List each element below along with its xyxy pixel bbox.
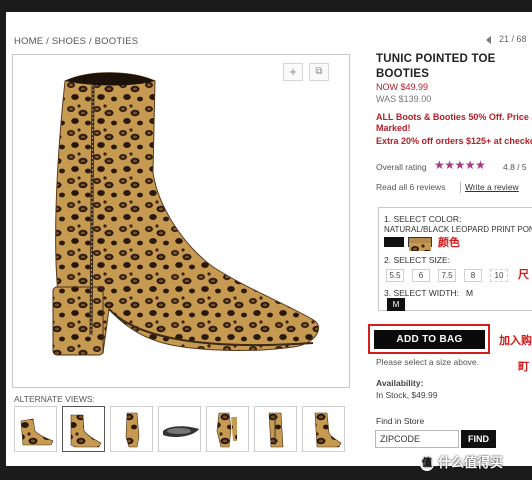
select-size-label: 2. SELECT SIZE: xyxy=(384,255,450,265)
annotation-add: 加入购 xyxy=(499,335,532,347)
thumbnail-1[interactable] xyxy=(14,406,57,452)
watermark-badge: 值 xyxy=(420,456,434,471)
annotation-note: 町 xyxy=(518,361,529,373)
browser-page: HOME / SHOES / BOOTIES 21 / 68 + ⧉ ALTER… xyxy=(6,12,532,466)
size-option-5-5[interactable]: 5.5 xyxy=(386,269,404,282)
promo-message-1: ALL Boots & Booties 50% Off. Price as Ma… xyxy=(376,112,532,134)
promo-message-2: Extra 20% off orders $125+ at checkout xyxy=(376,136,532,146)
breadcrumb-home[interactable]: HOME xyxy=(14,36,43,47)
zipcode-input[interactable] xyxy=(375,430,459,448)
watermark-text: 什么值得买 xyxy=(438,455,504,470)
thumbnail-3[interactable] xyxy=(110,406,153,452)
add-to-bag-button[interactable]: ADD TO BAG xyxy=(374,330,485,349)
alternate-views-label: ALTERNATE VIEWS: xyxy=(14,394,95,404)
select-width-label: 3. SELECT WIDTH: xyxy=(384,288,459,298)
size-option-6[interactable]: 6 xyxy=(412,269,430,282)
select-size-message: Please select a size above. xyxy=(376,357,480,367)
annotation-size: 尺 xyxy=(518,269,529,281)
size-option-10[interactable]: 10 xyxy=(490,269,508,282)
thumbnail-2[interactable] xyxy=(62,406,105,452)
product-title: TUNIC POINTED TOE BOOTIES xyxy=(376,53,496,80)
thumbnail-6[interactable] xyxy=(254,406,297,452)
size-option-7-5[interactable]: 7.5 xyxy=(438,269,456,282)
main-product-image[interactable]: + ⧉ xyxy=(12,54,350,388)
annotation-color: 颜色 xyxy=(438,237,460,249)
find-in-store-label: Find in Store xyxy=(376,416,425,426)
write-review-link[interactable]: Write a review xyxy=(465,182,519,192)
breadcrumb: HOME / SHOES / BOOTIES xyxy=(14,36,138,47)
find-button[interactable]: FIND xyxy=(461,430,496,448)
color-swatch-leopard[interactable] xyxy=(408,237,432,251)
availability-label: Availability: xyxy=(376,378,424,388)
sale-price: NOW $49.99 xyxy=(376,82,429,92)
rating-label: Overall rating xyxy=(376,162,427,172)
pager-count: 21 / 68 xyxy=(499,34,527,44)
zoom-in-icon[interactable]: + xyxy=(283,63,303,81)
divider xyxy=(460,182,461,193)
watermark: 值什么值得买 xyxy=(420,452,503,471)
color-swatch-black[interactable] xyxy=(384,237,404,247)
expand-icon[interactable]: ⧉ xyxy=(309,63,329,81)
rating-value: 4.8 / 5 xyxy=(503,162,527,172)
select-color-label: 1. SELECT COLOR: xyxy=(384,214,462,224)
previous-product-icon[interactable] xyxy=(486,35,491,44)
breadcrumb-separator: / xyxy=(46,36,49,47)
size-option-8[interactable]: 8 xyxy=(464,269,482,282)
leopard-bootie-image xyxy=(52,72,320,356)
breadcrumb-separator: / xyxy=(88,36,92,47)
breadcrumb-booties[interactable]: BOOTIES xyxy=(95,36,139,47)
thumbnail-4[interactable] xyxy=(158,406,201,452)
availability-status: In Stock, $49.99 xyxy=(376,390,438,400)
width-option-m[interactable]: M xyxy=(387,298,405,311)
color-value: NATURAL/BLACK LEOPARD PRINT PONY xyxy=(384,225,532,234)
thumbnail-5[interactable] xyxy=(206,406,249,452)
promo-line-1: ALL Boots & Booties 50% Off. Price as xyxy=(376,112,532,122)
thumbnail-7[interactable] xyxy=(302,406,345,452)
width-value: M xyxy=(466,288,474,298)
promo-line-1b: Marked! xyxy=(376,123,411,133)
rating-stars-icon: ★★★★★ xyxy=(434,158,486,172)
product-pager: 21 / 68 xyxy=(486,34,527,44)
original-price: WAS $139.00 xyxy=(376,94,432,104)
read-reviews-link[interactable]: Read all 6 reviews xyxy=(376,182,445,192)
breadcrumb-shoes[interactable]: SHOES xyxy=(52,36,86,47)
